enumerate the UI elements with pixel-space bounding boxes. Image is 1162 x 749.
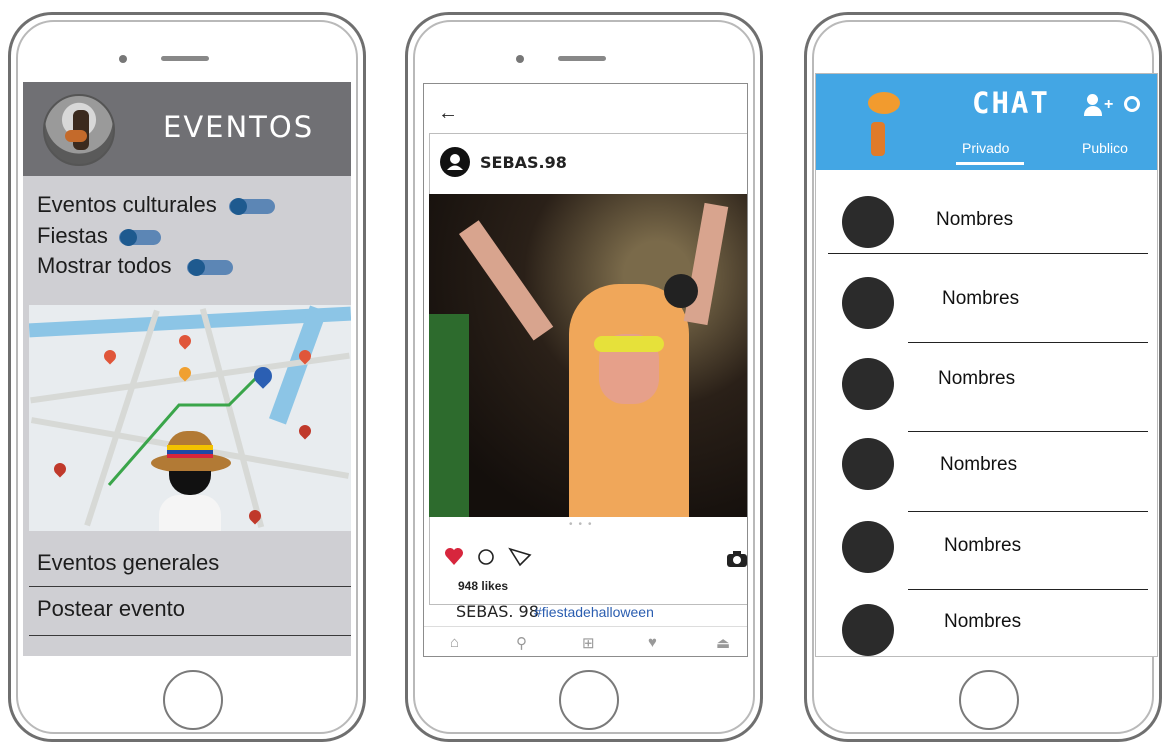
contact-avatar-icon[interactable] [842, 358, 894, 410]
home-button[interactable] [559, 670, 619, 730]
contact-name[interactable]: Nombres [938, 368, 1015, 390]
caption-hashtag[interactable]: #fiestadehalloween [534, 604, 654, 620]
filter-label-todos: Mostrar todos [37, 253, 172, 278]
camera-dot [119, 55, 127, 63]
eventos-header: EVENTOS [23, 82, 351, 176]
toggle-culturales[interactable] [229, 198, 275, 215]
menu-divider [29, 635, 351, 636]
bottom-nav: ⌂ ⚲ ⊞ ♥ ⏏ [424, 626, 747, 656]
menu-postear-evento[interactable]: Postear evento [37, 596, 185, 622]
add-post-icon[interactable]: ⊞ [582, 634, 595, 652]
contact-avatar-icon[interactable] [842, 438, 894, 490]
chat-title: CHAT [972, 86, 1050, 120]
mascot-figure-icon [871, 122, 885, 156]
row-divider [908, 431, 1148, 432]
chat-screen: CHAT + Privado Publico Nombres Nombres N… [815, 73, 1158, 657]
filter-label-culturales: Eventos culturales [37, 192, 217, 217]
contact-name[interactable]: Nombres [944, 611, 1021, 633]
back-arrow-icon[interactable]: ← [438, 102, 458, 125]
carousel-dots: ••• [569, 519, 598, 530]
contact-avatar-icon[interactable] [842, 604, 894, 656]
toggle-knob [188, 259, 205, 276]
contact-avatar-icon[interactable] [842, 277, 894, 329]
toggle-knob [120, 229, 137, 246]
row-divider [908, 342, 1148, 343]
sombrero-mascot-icon [139, 423, 239, 531]
post-photo[interactable] [429, 194, 747, 517]
speaker-bar [558, 56, 606, 61]
chat-header: CHAT + Privado Publico [816, 74, 1157, 170]
contact-name[interactable]: Nombres [944, 535, 1021, 557]
heart-icon[interactable] [445, 548, 463, 565]
page-title: EVENTOS [163, 110, 315, 144]
active-tab-indicator [956, 162, 1024, 165]
menu-divider [29, 586, 351, 587]
speech-bubble-icon [868, 92, 900, 114]
profile-avatar[interactable] [43, 94, 115, 166]
guitar-icon [65, 130, 87, 142]
post-username[interactable]: SEBAS.98 [480, 153, 567, 172]
camera-dot [516, 55, 524, 63]
phone-post: ← SEBAS.98 ••• 948 likes SEBAS. 98 #fies… [405, 12, 763, 742]
heart-outline-icon[interactable]: ♥ [648, 634, 657, 651]
contact-name[interactable]: Nombres [936, 209, 1013, 231]
row-divider [908, 511, 1148, 512]
contact-avatar-icon[interactable] [842, 196, 894, 248]
search-icon[interactable]: ⚲ [516, 634, 527, 652]
phone-chat: CHAT + Privado Publico Nombres Nombres N… [804, 12, 1162, 742]
row-divider [908, 589, 1148, 590]
comment-icon[interactable] [478, 549, 494, 565]
toggle-todos[interactable] [187, 259, 233, 276]
home-button[interactable] [163, 670, 223, 730]
phone-eventos: EVENTOS Eventos culturales Fiestas Mostr… [8, 12, 366, 742]
filter-label-fiestas: Fiestas [37, 223, 108, 248]
profile-icon[interactable]: ⏏ [716, 634, 730, 652]
row-divider [828, 253, 1148, 254]
add-user-icon[interactable] [1084, 94, 1102, 116]
home-icon[interactable]: ⌂ [450, 634, 459, 651]
home-button[interactable] [959, 670, 1019, 730]
search-icon[interactable] [1124, 96, 1140, 112]
contact-name[interactable]: Nombres [942, 288, 1019, 310]
eventos-screen: EVENTOS Eventos culturales Fiestas Mostr… [23, 82, 351, 656]
tab-publico[interactable]: Publico [1082, 140, 1128, 156]
camera-icon[interactable] [726, 550, 748, 568]
share-icon[interactable] [508, 547, 532, 567]
add-user-plus[interactable]: + [1104, 96, 1113, 114]
speaker-bar [161, 56, 209, 61]
post-actions [445, 547, 532, 567]
toggle-fiestas[interactable] [119, 229, 161, 246]
caption-username[interactable]: SEBAS. 98 [456, 602, 539, 621]
post-screen: ← SEBAS.98 ••• 948 likes SEBAS. 98 #fies… [423, 83, 748, 657]
user-avatar-icon[interactable] [440, 147, 470, 177]
likes-count: 948 likes [458, 579, 509, 593]
toggle-knob [230, 198, 247, 215]
contact-avatar-icon[interactable] [842, 521, 894, 573]
menu-eventos-generales[interactable]: Eventos generales [37, 550, 219, 576]
events-map[interactable] [29, 305, 351, 531]
tab-privado[interactable]: Privado [962, 140, 1009, 156]
contact-name[interactable]: Nombres [940, 454, 1017, 476]
